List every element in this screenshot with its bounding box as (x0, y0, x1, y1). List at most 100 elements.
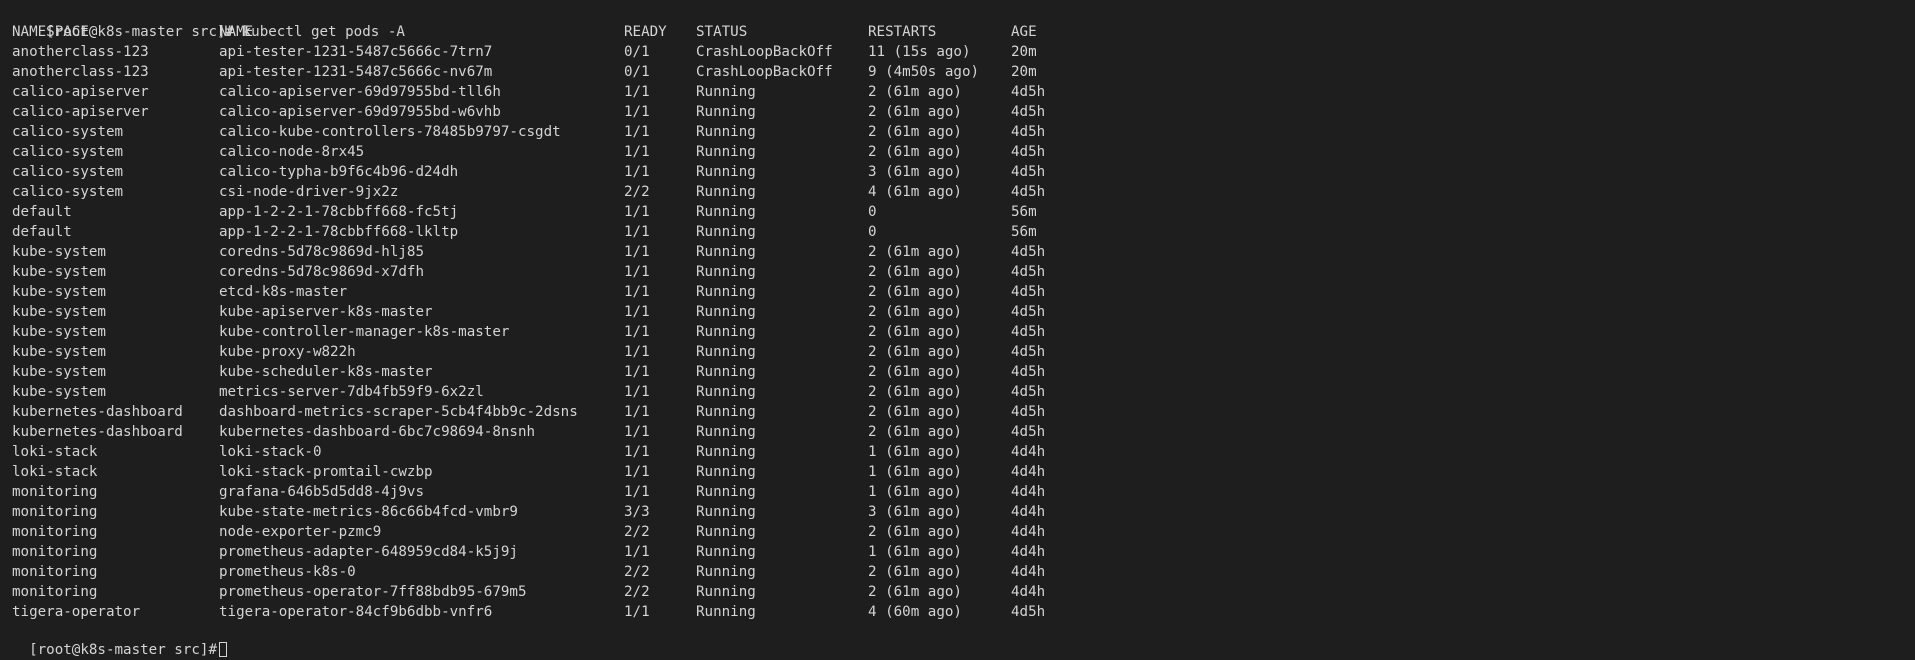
cell-age: 4d5h (1011, 264, 1046, 280)
terminal-output[interactable]: [root@k8s-master src]# kubectl get pods … (12, 2, 1915, 628)
terminal-cursor[interactable] (219, 642, 228, 657)
header-namespace: NAMESPACE (12, 24, 89, 40)
next-prompt-line: [root@k8s-master src]# (12, 620, 228, 658)
cell-namespace: anotherclass-123 (12, 44, 149, 60)
cell-ready: 1/1 (624, 124, 650, 140)
table-row: kube-system kube-controller-manager-k8s-m… (12, 322, 1915, 342)
table-row: calico-system calico-node-8rx45 1/1 Running… (12, 142, 1915, 162)
cell-age: 4d4h (1011, 504, 1046, 520)
cell-namespace: default (12, 204, 72, 220)
shell-prompt: [root@k8s-master src]# (29, 642, 218, 658)
table-row: kube-system kube-apiserver-k8s-master 1/1 R… (12, 302, 1915, 322)
cell-ready: 2/2 (624, 524, 650, 540)
cell-restarts: 2 (61m ago) (868, 324, 962, 340)
table-row: calico-system csi-node-driver-9jx2z 2/2 Run… (12, 182, 1915, 202)
cell-restarts: 2 (61m ago) (868, 404, 962, 420)
header-age: AGE (1011, 24, 1037, 40)
cell-namespace: kube-system (12, 244, 106, 260)
cell-status: Running (696, 484, 756, 500)
table-row: tigera-operator tigera-operator-84cf9b6db… (12, 602, 1915, 622)
cell-age: 4d5h (1011, 344, 1046, 360)
cell-age: 4d5h (1011, 144, 1046, 160)
cell-age: 4d4h (1011, 524, 1046, 540)
cell-age: 4d4h (1011, 584, 1046, 600)
cell-namespace: kube-system (12, 264, 106, 280)
cell-ready: 1/1 (624, 144, 650, 160)
cell-status: Running (696, 524, 756, 540)
cell-name: coredns-5d78c9869d-x7dfh (219, 264, 424, 280)
cell-restarts: 2 (61m ago) (868, 344, 962, 360)
cell-name: coredns-5d78c9869d-hlj85 (219, 244, 424, 260)
cell-ready: 2/2 (624, 584, 650, 600)
cell-namespace: calico-system (12, 164, 124, 180)
cell-age: 4d5h (1011, 324, 1046, 340)
cell-name: calico-apiserver-69d97955bd-w6vhb (219, 104, 501, 120)
cell-ready: 1/1 (624, 444, 650, 460)
cell-restarts: 2 (61m ago) (868, 304, 962, 320)
cell-status: Running (696, 424, 756, 440)
cell-status: CrashLoopBackOff (696, 64, 833, 80)
cell-ready: 1/1 (624, 364, 650, 380)
cell-age: 4d4h (1011, 484, 1046, 500)
cell-ready: 1/1 (624, 224, 650, 240)
cell-namespace: calico-apiserver (12, 84, 149, 100)
cell-name: prometheus-adapter-648959cd84-k5j9j (219, 544, 518, 560)
cell-restarts: 11 (15s ago) (868, 44, 971, 60)
cell-ready: 1/1 (624, 264, 650, 280)
cell-restarts: 9 (4m50s ago) (868, 64, 980, 80)
table-row: monitoring grafana-646b5d5dd8-4j9vs 1/1 Run… (12, 482, 1915, 502)
cell-namespace: kube-system (12, 304, 106, 320)
cell-ready: 1/1 (624, 304, 650, 320)
cell-restarts: 2 (61m ago) (868, 364, 962, 380)
cell-status: Running (696, 224, 756, 240)
cell-restarts: 2 (61m ago) (868, 524, 962, 540)
cell-status: Running (696, 84, 756, 100)
cell-age: 4d5h (1011, 404, 1046, 420)
pod-list: anotherclass-123 api-tester-1231-5487c566… (12, 42, 1915, 622)
cell-age: 4d5h (1011, 124, 1046, 140)
cell-name: node-exporter-pzmc9 (219, 524, 382, 540)
table-row: kubernetes-dashboard kubernetes-dashboard… (12, 422, 1915, 442)
cell-ready: 1/1 (624, 84, 650, 100)
cell-age: 4d5h (1011, 84, 1046, 100)
cell-name: app-1-2-2-1-78cbbff668-lkltp (219, 224, 459, 240)
table-row: default app-1-2-2-1-78cbbff668-lkltp 1/1 Ru… (12, 222, 1915, 242)
cell-ready: 1/1 (624, 544, 650, 560)
cell-name: calico-apiserver-69d97955bd-tll6h (219, 84, 501, 100)
header-name: NAME (219, 24, 254, 40)
cell-namespace: monitoring (12, 544, 98, 560)
cell-name: api-tester-1231-5487c5666c-nv67m (219, 64, 493, 80)
cell-status: Running (696, 284, 756, 300)
cell-name: calico-node-8rx45 (219, 144, 365, 160)
cell-restarts: 2 (61m ago) (868, 384, 962, 400)
cell-name: grafana-646b5d5dd8-4j9vs (219, 484, 424, 500)
cell-restarts: 3 (61m ago) (868, 504, 962, 520)
cell-restarts: 4 (60m ago) (868, 604, 962, 620)
cell-status: CrashLoopBackOff (696, 44, 833, 60)
cell-namespace: kube-system (12, 384, 106, 400)
cell-namespace: monitoring (12, 504, 98, 520)
cell-name: app-1-2-2-1-78cbbff668-fc5tj (219, 204, 459, 220)
cell-namespace: kube-system (12, 364, 106, 380)
cell-ready: 1/1 (624, 424, 650, 440)
cell-age: 56m (1011, 224, 1037, 240)
cell-ready: 0/1 (624, 44, 650, 60)
header-status: STATUS (696, 24, 748, 40)
cell-name: kube-apiserver-k8s-master (219, 304, 433, 320)
cell-name: loki-stack-promtail-cwzbp (219, 464, 433, 480)
table-row: anotherclass-123 api-tester-1231-5487c566… (12, 42, 1915, 62)
cell-age: 4d5h (1011, 104, 1046, 120)
cell-name: calico-typha-b9f6c4b96-d24dh (219, 164, 459, 180)
cell-age: 4d4h (1011, 564, 1046, 580)
cell-ready: 1/1 (624, 104, 650, 120)
cell-status: Running (696, 184, 756, 200)
cell-age: 20m (1011, 64, 1037, 80)
cell-restarts: 1 (61m ago) (868, 544, 962, 560)
cell-name: kube-state-metrics-86c66b4fcd-vmbr9 (219, 504, 518, 520)
cell-ready: 2/2 (624, 564, 650, 580)
cell-restarts: 2 (61m ago) (868, 264, 962, 280)
cell-name: metrics-server-7db4fb59f9-6x2zl (219, 384, 484, 400)
cell-status: Running (696, 104, 756, 120)
table-row: monitoring prometheus-operator-7ff88bdb95… (12, 582, 1915, 602)
table-row: calico-apiserver calico-apiserver-69d9795… (12, 82, 1915, 102)
